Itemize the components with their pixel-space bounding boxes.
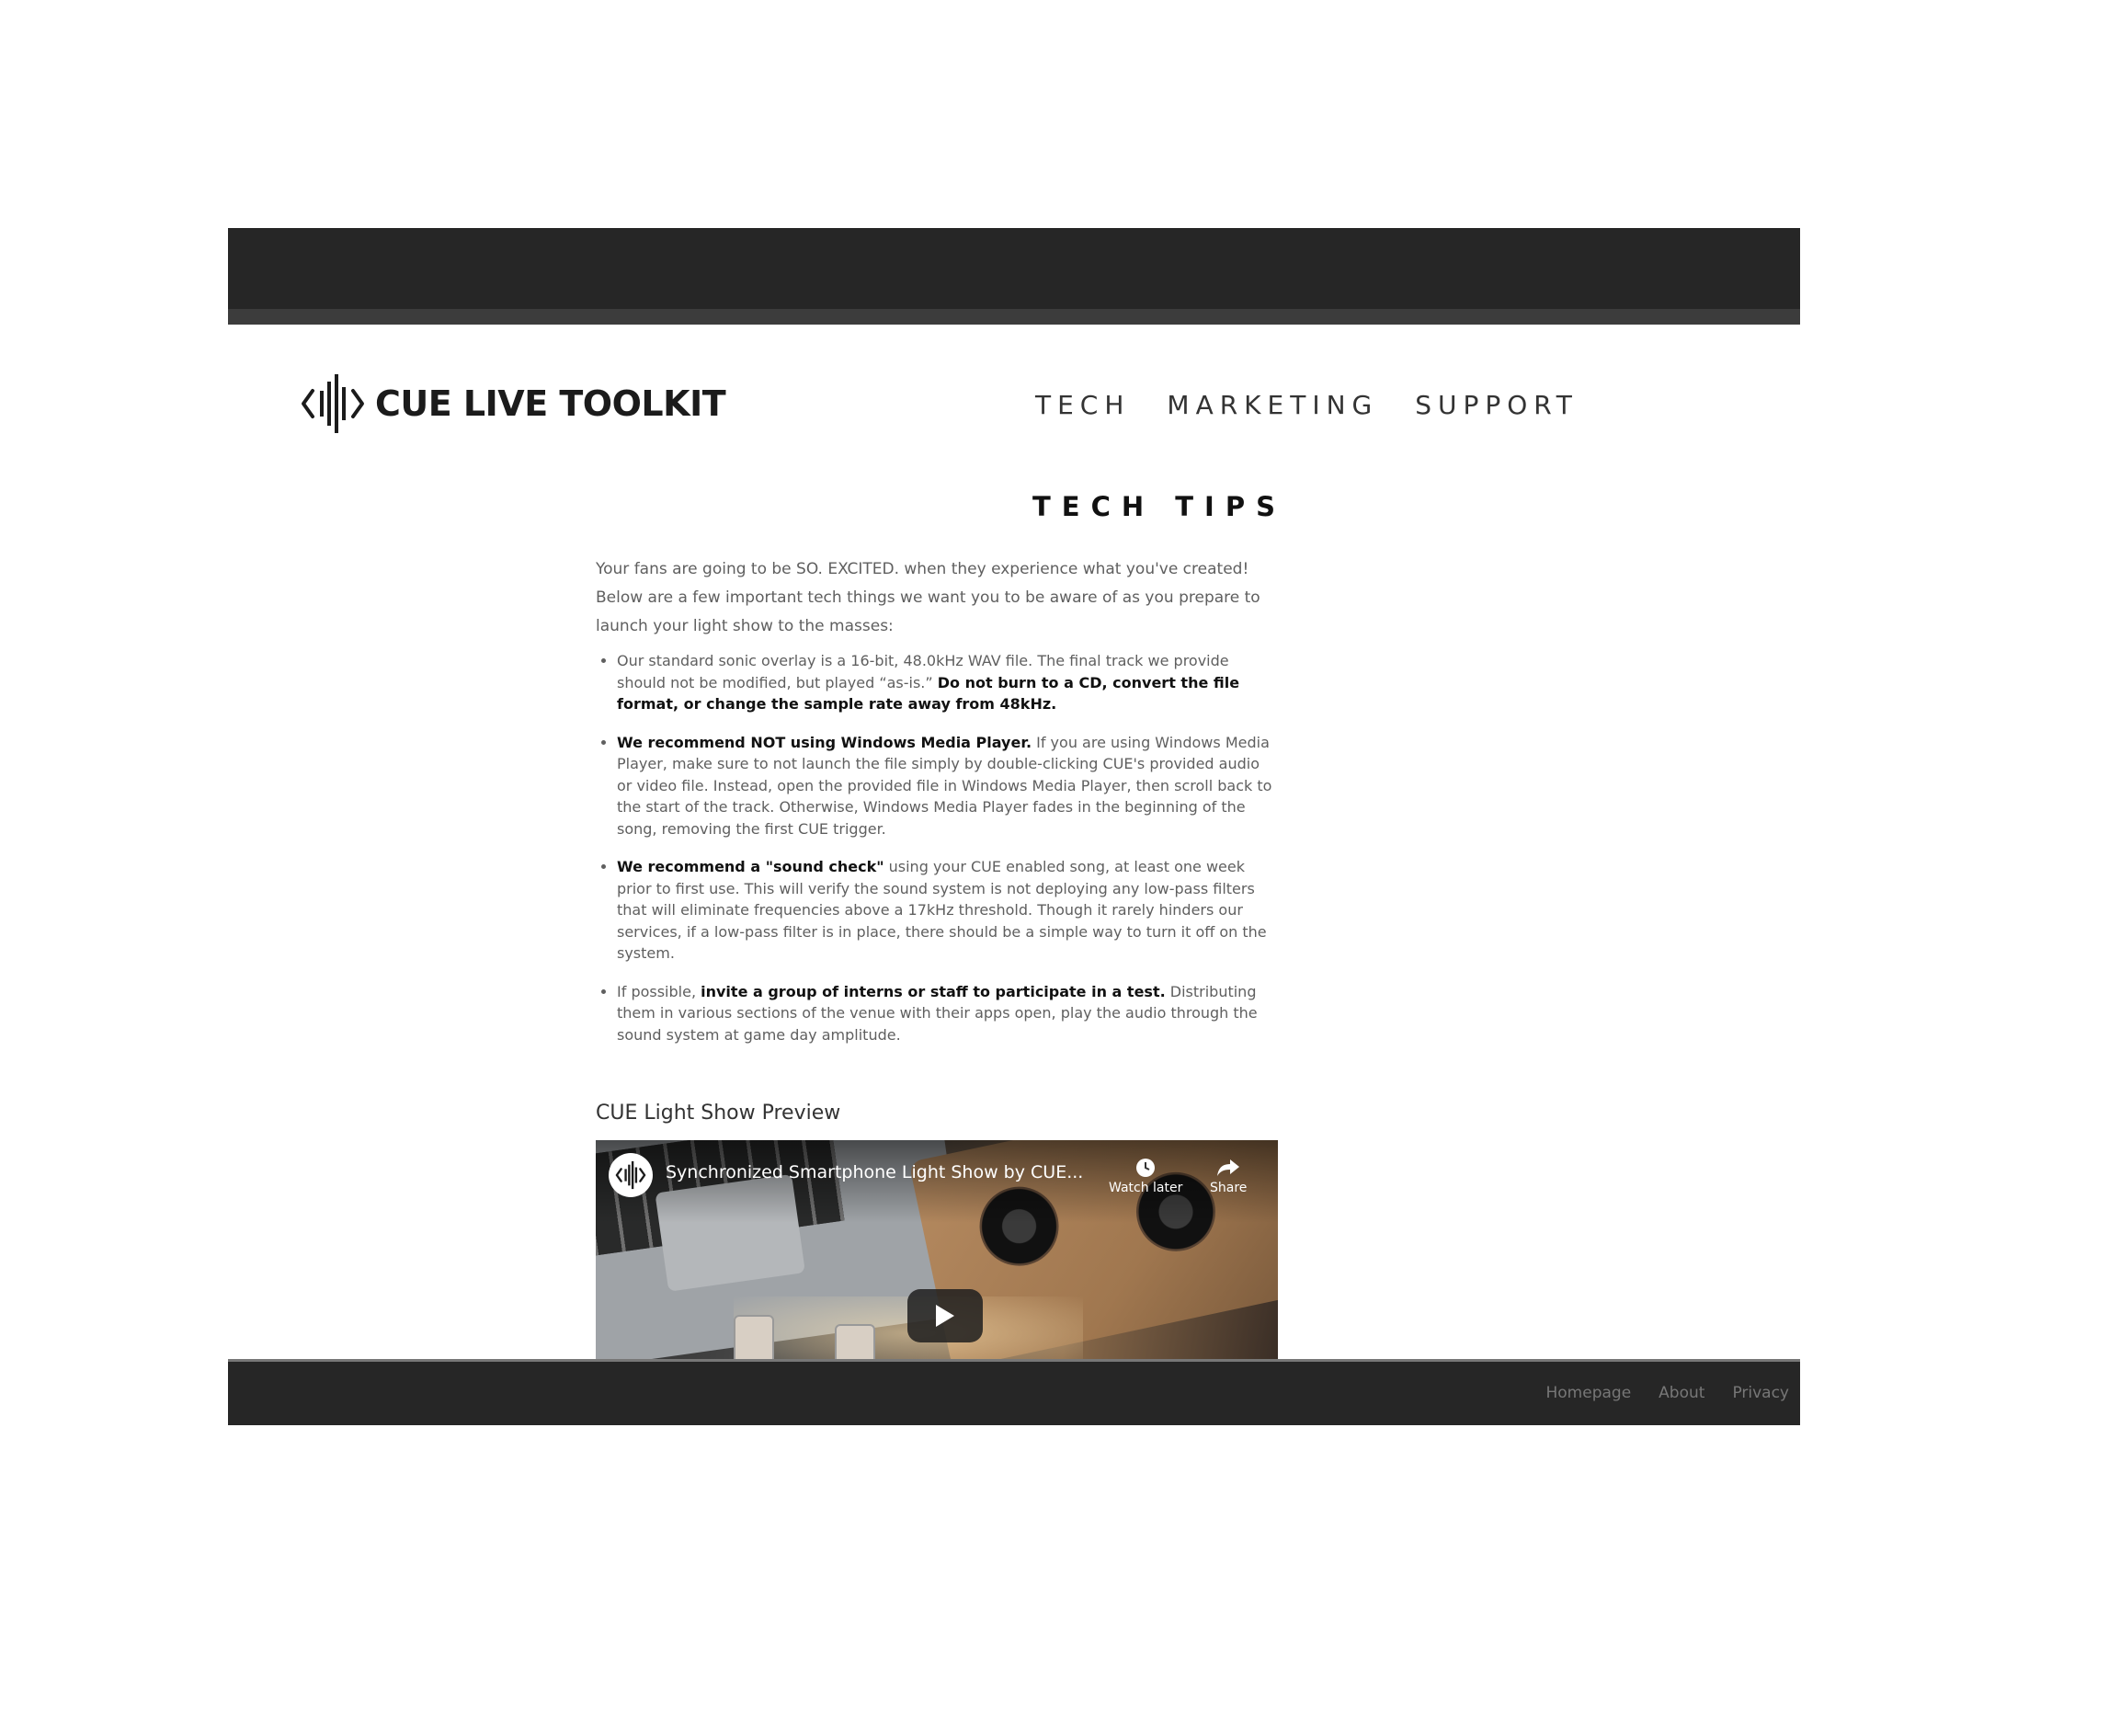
video-heading: CUE Light Show Preview <box>596 1102 841 1125</box>
watch-later-button[interactable]: Watch later <box>1109 1153 1182 1195</box>
intro-text: Your fans are going to be SO. EXCITED. w… <box>596 560 1260 635</box>
video-thumbnail-phone <box>835 1324 875 1359</box>
site-logo[interactable]: CUE LIVE TOOLKIT <box>300 371 726 437</box>
tip-item: If possible, invite a group of interns o… <box>617 981 1278 1046</box>
clock-icon <box>1109 1153 1182 1181</box>
tip-emphasis: We recommend a "sound check" <box>617 858 884 875</box>
footer-link-about[interactable]: About <box>1659 1384 1704 1402</box>
footer: Homepage About Privacy <box>228 1362 1800 1425</box>
main-nav: TECH MARKETING SUPPORT <box>1035 390 1579 420</box>
page-frame: CUE LIVE TOOLKIT TECH MARKETING SUPPORT … <box>228 228 1800 1425</box>
cue-waveform-icon <box>615 1160 646 1190</box>
tips-list: Our standard sonic overlay is a 16-bit, … <box>596 650 1278 1045</box>
tip-item: Our standard sonic overlay is a 16-bit, … <box>617 650 1278 715</box>
share-label: Share <box>1210 1181 1248 1195</box>
tips-content: Your fans are going to be SO. EXCITED. w… <box>596 555 1278 1062</box>
video-thumbnail-phone <box>734 1315 774 1359</box>
nav-marketing[interactable]: MARKETING <box>1167 390 1378 420</box>
tip-emphasis: invite a group of interns or staff to pa… <box>701 982 1166 1000</box>
channel-avatar[interactable] <box>609 1153 653 1197</box>
cue-waveform-icon <box>302 374 364 433</box>
tip-emphasis: We recommend NOT using Windows Media Pla… <box>617 733 1032 751</box>
nav-support[interactable]: SUPPORT <box>1415 390 1579 420</box>
play-icon <box>936 1305 954 1327</box>
tip-text: If possible, <box>617 982 701 1000</box>
top-bar-strip <box>228 309 1800 325</box>
footer-links: Homepage About Privacy <box>1546 1384 1790 1402</box>
tip-item: We recommend a "sound check" using your … <box>617 856 1278 965</box>
page-title: TECH TIPS <box>1032 491 1286 522</box>
video-player[interactable]: Synchronized Smartphone Light Show by CU… <box>596 1140 1278 1359</box>
play-button[interactable] <box>907 1289 983 1342</box>
footer-link-privacy[interactable]: Privacy <box>1732 1384 1789 1402</box>
nav-tech[interactable]: TECH <box>1035 390 1130 420</box>
footer-link-homepage[interactable]: Homepage <box>1546 1384 1632 1402</box>
tip-item: We recommend NOT using Windows Media Pla… <box>617 732 1278 840</box>
watch-later-label: Watch later <box>1109 1181 1183 1195</box>
share-arrow-icon <box>1210 1153 1247 1181</box>
logo-text: CUE LIVE TOOLKIT <box>375 383 726 424</box>
share-button[interactable]: Share <box>1210 1153 1247 1195</box>
top-bar <box>228 228 1800 309</box>
video-title[interactable]: Synchronized Smartphone Light Show by CU… <box>666 1162 1083 1182</box>
